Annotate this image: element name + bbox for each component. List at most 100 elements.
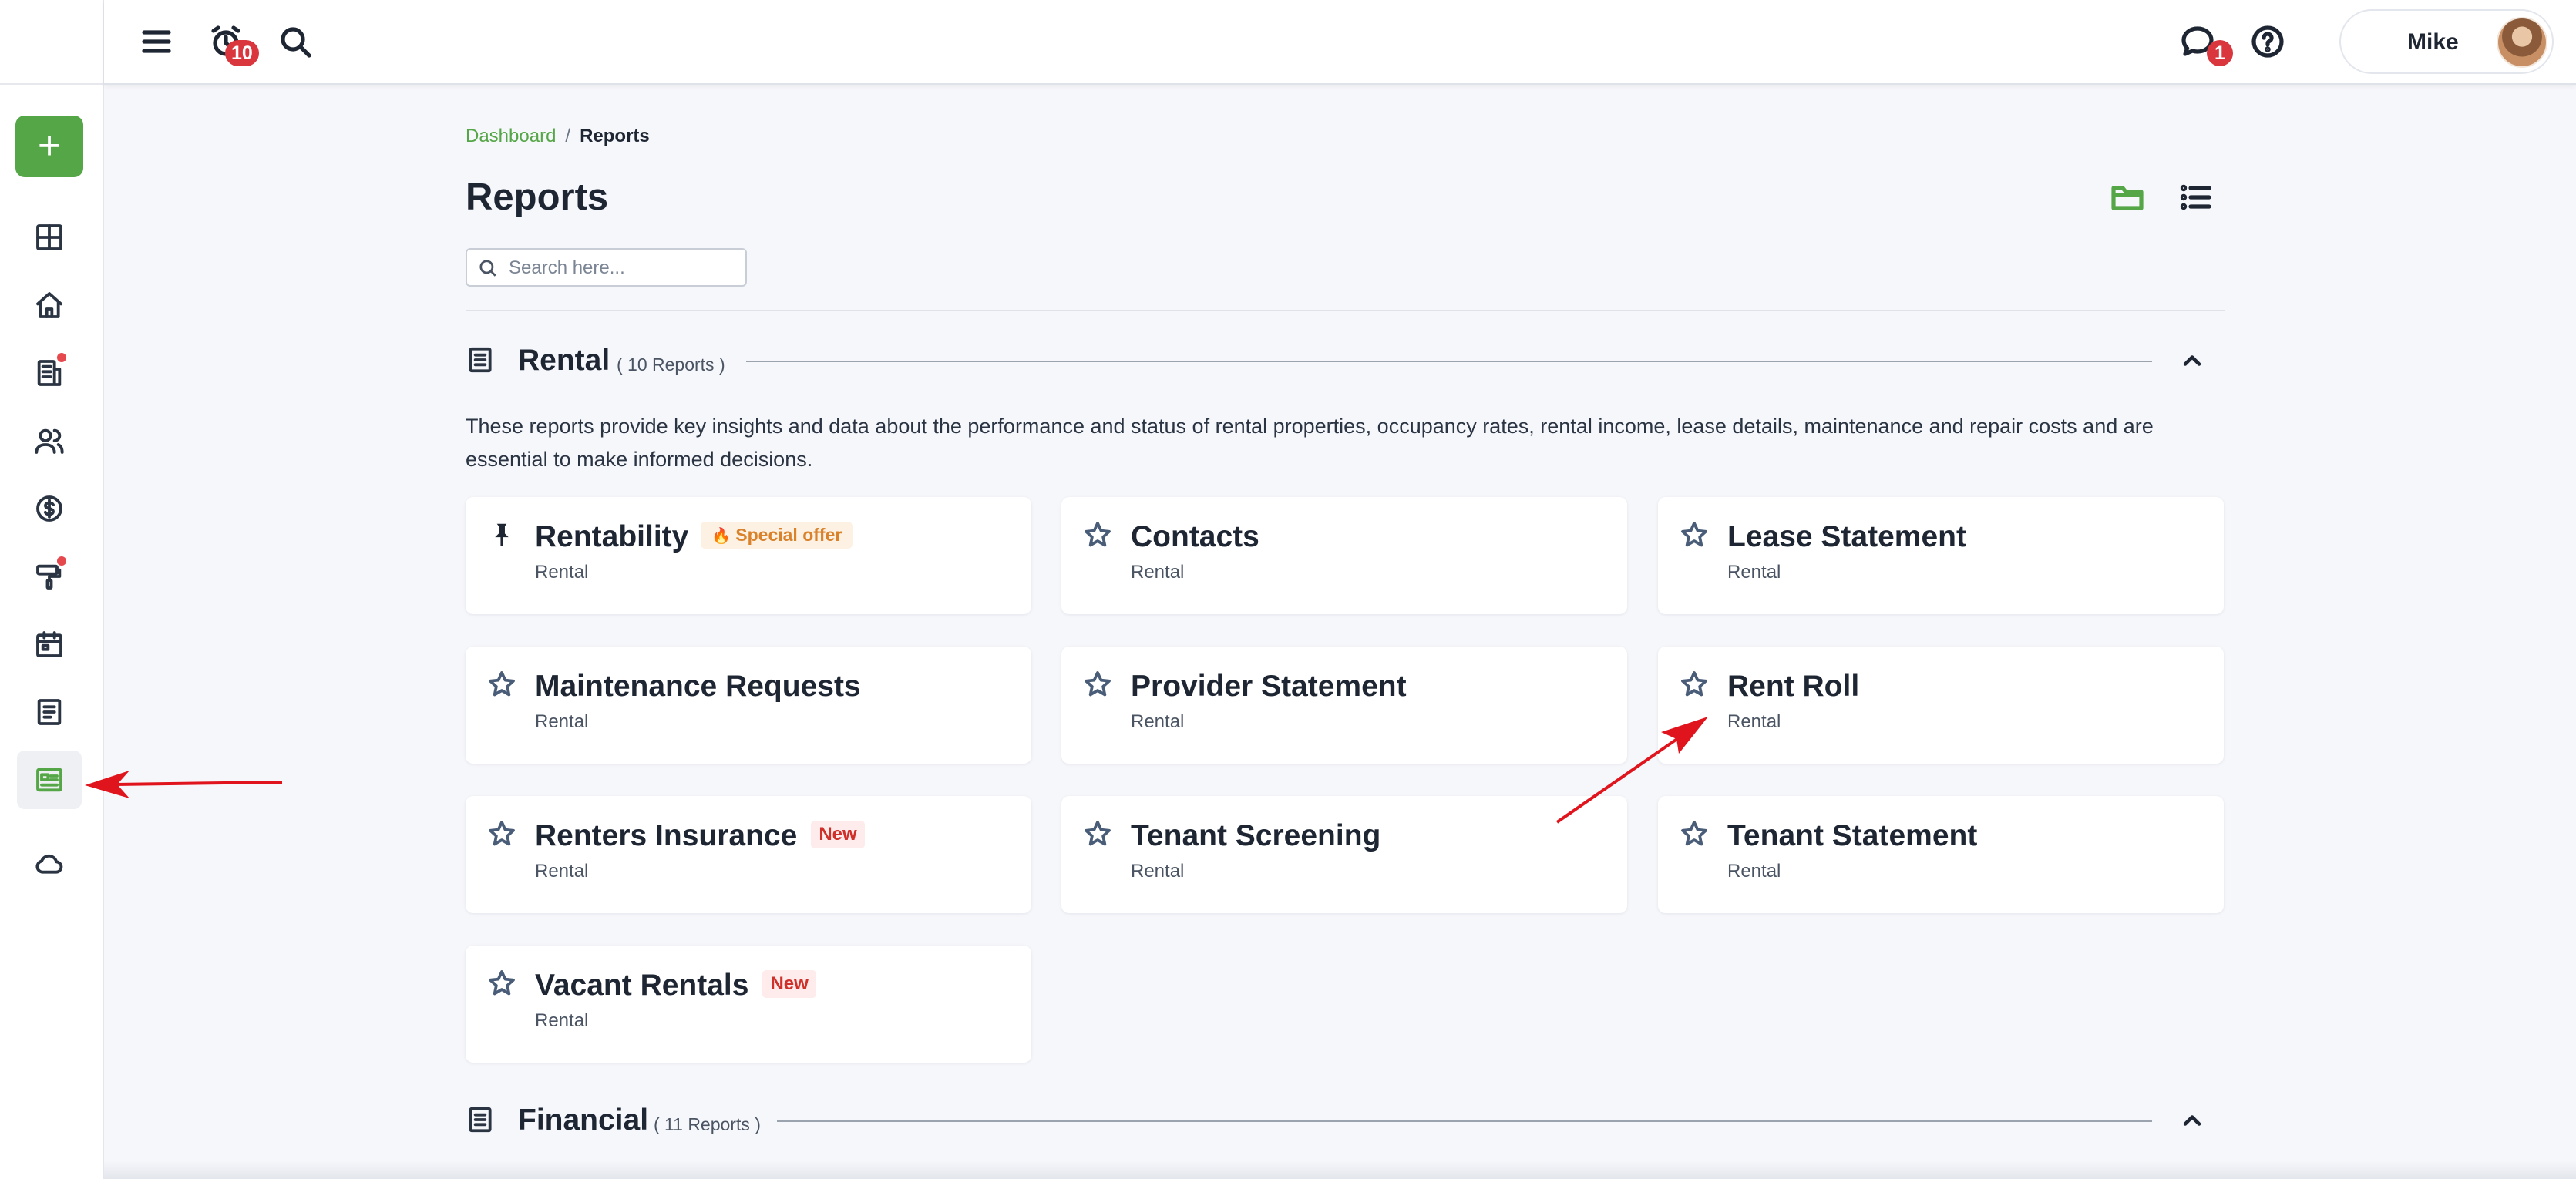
report-card-provider-statement[interactable]: Provider Statement Rental bbox=[1061, 647, 1627, 764]
users-icon bbox=[35, 428, 64, 454]
report-card-tenant-statement[interactable]: Tenant Statement Rental bbox=[1658, 796, 2224, 913]
sidebar-item-maintenance[interactable] bbox=[17, 547, 82, 606]
star-icon[interactable] bbox=[1083, 670, 1114, 700]
report-card-category: Rental bbox=[1131, 861, 1185, 882]
section-report-count: ( 11 Reports ) bbox=[654, 1114, 761, 1134]
help-button[interactable] bbox=[2246, 20, 2289, 63]
star-icon[interactable] bbox=[487, 819, 518, 850]
report-card-title: Vacant Rentals bbox=[535, 969, 749, 1002]
report-card-title: Maintenance Requests bbox=[535, 670, 861, 703]
hamburger-icon bbox=[142, 30, 171, 53]
star-icon[interactable] bbox=[1680, 819, 1710, 850]
special-offer-badge: 🔥 Special offer bbox=[701, 522, 853, 549]
breadcrumb-dashboard-link[interactable]: Dashboard bbox=[466, 126, 556, 146]
breadcrumb-current: Reports bbox=[580, 126, 650, 146]
add-new-button[interactable]: + bbox=[15, 116, 83, 177]
user-menu-button[interactable]: Mike bbox=[2339, 9, 2554, 74]
sidebar-item-leases[interactable] bbox=[17, 344, 82, 402]
pin-icon[interactable] bbox=[487, 520, 518, 551]
document-icon bbox=[466, 1105, 496, 1136]
star-icon[interactable] bbox=[1680, 520, 1710, 551]
document-icon bbox=[37, 699, 62, 725]
reports-icon bbox=[36, 768, 62, 792]
top-bar: 10 1 bbox=[104, 0, 2576, 85]
section-report-count: ( 10 Reports ) bbox=[617, 354, 725, 375]
home-icon bbox=[36, 292, 62, 318]
report-card-category: Rental bbox=[535, 861, 589, 882]
section-description: These reports provide key insights and d… bbox=[466, 415, 2154, 471]
search-icon bbox=[479, 260, 496, 277]
report-card-title: Lease Statement bbox=[1727, 520, 1966, 553]
new-badge: New bbox=[811, 820, 865, 848]
report-search-box[interactable] bbox=[466, 248, 747, 287]
special-offer-badge-label: Special offer bbox=[735, 525, 842, 546]
sidebar-item-accounting[interactable] bbox=[17, 479, 82, 538]
report-card-rent-roll[interactable]: Rent Roll Rental bbox=[1658, 647, 2224, 764]
report-card-title: Tenant Statement bbox=[1727, 819, 1978, 852]
section-divider-line bbox=[777, 1120, 2152, 1122]
report-card-rentability[interactable]: Rentability 🔥 Special offer Rental bbox=[466, 497, 1031, 614]
star-icon[interactable] bbox=[487, 969, 518, 999]
report-card-category: Rental bbox=[1131, 711, 1185, 732]
sidebar: + bbox=[0, 0, 104, 1179]
list-icon bbox=[2180, 184, 2211, 210]
collapse-chevron-up-icon[interactable] bbox=[2178, 347, 2209, 378]
flame-icon: 🔥 bbox=[711, 528, 731, 546]
report-card-vacant-rentals[interactable]: Vacant Rentals New Rental bbox=[466, 946, 1031, 1063]
report-card-category: Rental bbox=[535, 1010, 589, 1031]
report-search-input[interactable] bbox=[509, 256, 740, 280]
breadcrumb-separator: / bbox=[565, 126, 571, 146]
notification-dot bbox=[57, 556, 66, 566]
report-card-contacts[interactable]: Contacts Rental bbox=[1061, 497, 1627, 614]
help-circle-icon bbox=[2251, 25, 2284, 58]
global-search-button[interactable] bbox=[274, 20, 317, 63]
sidebar-item-calendar[interactable] bbox=[17, 615, 82, 673]
menu-toggle-button[interactable] bbox=[135, 20, 178, 63]
report-card-title: Renters Insurance bbox=[535, 819, 798, 852]
folder-icon bbox=[2111, 186, 2144, 210]
section-header-financial[interactable]: Financial ( 11 Reports ) bbox=[466, 1097, 2225, 1144]
calendar-icon bbox=[36, 631, 62, 657]
cloud-icon bbox=[35, 854, 63, 874]
report-card-title: Contacts bbox=[1131, 520, 1259, 553]
breadcrumb: Dashboard / Reports bbox=[466, 126, 650, 147]
star-icon[interactable] bbox=[1680, 670, 1710, 700]
sidebar-item-cloud[interactable] bbox=[17, 834, 82, 892]
report-card-category: Rental bbox=[1727, 711, 1781, 732]
folder-view-button[interactable] bbox=[2109, 179, 2147, 217]
section-title: Financial bbox=[518, 1103, 649, 1137]
report-card-maintenance-requests[interactable]: Maintenance Requests Rental bbox=[466, 647, 1031, 764]
list-view-button[interactable] bbox=[2177, 179, 2215, 217]
sidebar-item-contacts[interactable] bbox=[17, 411, 82, 470]
avatar bbox=[2497, 17, 2547, 68]
section-divider-line bbox=[746, 361, 2152, 362]
report-card-title: Provider Statement bbox=[1131, 670, 1407, 703]
messages-count-badge: 1 bbox=[2207, 40, 2233, 66]
star-icon[interactable] bbox=[1083, 520, 1114, 551]
new-badge: New bbox=[762, 969, 816, 998]
scroll-fade bbox=[104, 1161, 2576, 1179]
report-card-title: Rentability bbox=[535, 520, 689, 553]
star-icon[interactable] bbox=[1083, 819, 1114, 850]
report-card-renters-insurance[interactable]: Renters Insurance New Rental bbox=[466, 796, 1031, 913]
report-card-category: Rental bbox=[535, 711, 589, 732]
notifications-count-badge: 10 bbox=[225, 40, 259, 66]
report-card-tenant-screening[interactable]: Tenant Screening Rental bbox=[1061, 796, 1627, 913]
report-card-category: Rental bbox=[1727, 562, 1781, 583]
user-name: Mike bbox=[2407, 29, 2459, 55]
dollar-circle-icon bbox=[36, 495, 62, 522]
report-card-lease-statement[interactable]: Lease Statement Rental bbox=[1658, 497, 2224, 614]
sidebar-item-properties[interactable] bbox=[17, 276, 82, 334]
report-card-category: Rental bbox=[1131, 562, 1185, 583]
sidebar-item-dashboard[interactable] bbox=[17, 208, 82, 267]
sidebar-item-documents[interactable] bbox=[17, 683, 82, 741]
page-title: Reports bbox=[466, 176, 609, 218]
search-icon bbox=[281, 27, 311, 58]
sidebar-item-reports[interactable] bbox=[17, 751, 82, 809]
collapse-chevron-up-icon[interactable] bbox=[2178, 1107, 2209, 1137]
section-header-rental[interactable]: Rental ( 10 Reports ) bbox=[466, 338, 2225, 384]
dashboard-icon bbox=[36, 224, 62, 250]
document-icon bbox=[466, 345, 496, 376]
star-icon[interactable] bbox=[487, 670, 518, 700]
report-card-category: Rental bbox=[535, 562, 589, 583]
